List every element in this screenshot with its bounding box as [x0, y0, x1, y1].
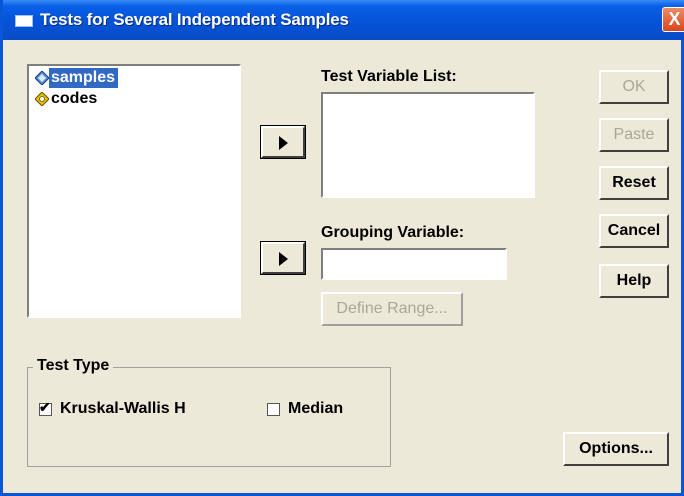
- median-checkbox[interactable]: Median: [267, 400, 343, 418]
- ok-button[interactable]: OK: [599, 70, 669, 104]
- arrow-right-icon: [279, 136, 288, 150]
- window-title: Tests for Several Independent Samples: [40, 10, 349, 29]
- median-label: Median: [288, 400, 344, 417]
- kruskal-wallis-checkbox[interactable]: ✔ Kruskal-Wallis H: [39, 400, 186, 418]
- scale-variable-icon: [35, 71, 49, 85]
- define-range-button[interactable]: Define Range...: [321, 292, 463, 326]
- nominal-variable-icon: [35, 92, 49, 106]
- window-icon: [15, 15, 33, 27]
- move-to-grouping-button[interactable]: [260, 241, 306, 275]
- cancel-button[interactable]: Cancel: [599, 214, 669, 248]
- grouping-variable-field[interactable]: [321, 248, 507, 280]
- close-button[interactable]: X: [662, 7, 684, 32]
- title-bar[interactable]: Tests for Several Independent Samples X: [3, 0, 684, 40]
- grouping-variable-label: Grouping Variable:: [321, 224, 465, 241]
- variable-item-samples[interactable]: samples: [35, 68, 119, 88]
- paste-button[interactable]: Paste: [599, 118, 669, 152]
- checkbox-box[interactable]: ✔: [39, 398, 52, 416]
- checkbox-box[interactable]: [267, 402, 280, 416]
- variable-item-codes[interactable]: codes: [35, 89, 100, 109]
- test-variable-list[interactable]: [321, 92, 535, 198]
- close-icon: X: [668, 9, 681, 29]
- kruskal-wallis-label: Kruskal-Wallis H: [60, 400, 186, 417]
- move-to-test-list-button[interactable]: [260, 125, 306, 159]
- variable-label: samples: [49, 68, 119, 88]
- variable-label: codes: [51, 90, 98, 107]
- source-variable-list[interactable]: samples codes: [27, 64, 241, 318]
- test-variable-list-label: Test Variable List:: [321, 68, 457, 85]
- options-button[interactable]: Options...: [563, 432, 669, 466]
- dialog-window: Tests for Several Independent Samples X …: [0, 0, 684, 496]
- help-button[interactable]: Help: [599, 264, 669, 298]
- reset-button[interactable]: Reset: [599, 166, 669, 200]
- test-type-title: Test Type: [33, 357, 114, 375]
- checkmark-icon: ✔: [39, 398, 51, 415]
- arrow-right-icon: [279, 252, 288, 266]
